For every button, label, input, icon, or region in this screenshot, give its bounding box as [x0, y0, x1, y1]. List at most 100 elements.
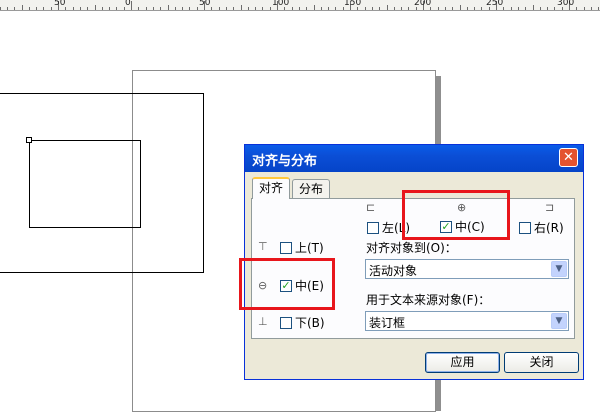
align-bottom-icon: ⊥ [258, 315, 268, 328]
ruler-tick [226, 7, 227, 10]
align-right-icon: ⊐ [545, 201, 555, 214]
dialog-titlebar[interactable]: 对齐与分布 ✕ [245, 145, 583, 172]
ruler-tick [591, 7, 592, 10]
ruler-label: 50 [54, 0, 66, 8]
ruler-tick [7, 7, 8, 10]
ruler-tick [467, 7, 468, 10]
close-icon[interactable]: ✕ [559, 148, 578, 167]
ruler-tick [73, 7, 74, 10]
align-to-label: 对齐对象到(O)： [366, 241, 457, 255]
align-top-icon: ⊤ [258, 240, 268, 253]
text-source-select[interactable]: 装订框 ▼ [365, 311, 569, 331]
ruler-tick [146, 7, 147, 10]
ruler-tick [314, 5, 315, 10]
selection-handle[interactable] [26, 137, 32, 143]
ruler-tick [445, 7, 446, 10]
ruler-tick [168, 5, 169, 10]
ruler-tick [335, 7, 336, 10]
ruler-tick [306, 7, 307, 10]
chevron-down-icon[interactable]: ▼ [551, 313, 567, 329]
ruler-tick [474, 7, 475, 10]
ruler-label: 100 [272, 0, 290, 8]
ruler-tick [22, 5, 23, 10]
ruler-tick [182, 7, 183, 10]
ruler-tick [518, 7, 519, 10]
ruler-label: 0 [125, 0, 131, 8]
dialog-title: 对齐与分布 [252, 154, 318, 169]
apply-button[interactable]: 应用 [425, 352, 500, 373]
small-rectangle-shape[interactable] [29, 140, 141, 228]
ruler-tick [241, 5, 242, 10]
ruler-tick [95, 5, 96, 10]
tab-align[interactable]: 对齐 [252, 177, 291, 199]
align-left-checkbox[interactable] [367, 222, 379, 234]
text-source-label: 用于文本来源对象(F)： [366, 293, 491, 307]
ruler-tick [460, 5, 461, 10]
align-to-select[interactable]: 活动对象 ▼ [365, 259, 569, 279]
ruler-tick [131, 1, 132, 10]
ruler-tick [248, 7, 249, 10]
ruler-tick [211, 7, 212, 10]
ruler-tick [153, 7, 154, 10]
align-left-icon: ⊏ [366, 201, 376, 214]
ruler-tick [372, 7, 373, 10]
tab-distribute[interactable]: 分布 [292, 179, 331, 199]
ruler-label: 300 [557, 0, 575, 8]
ruler-label: 150 [344, 0, 362, 8]
align-right-checkbox[interactable] [519, 222, 531, 234]
ruler-tick [408, 7, 409, 10]
ruler-tick [540, 7, 541, 10]
ruler-tick [116, 7, 117, 10]
ruler-tick [219, 7, 220, 10]
ruler-tick [14, 7, 15, 10]
ruler-tick [598, 7, 599, 10]
ruler-tick [233, 7, 234, 10]
align-bottom-checkbox[interactable] [280, 317, 292, 329]
ruler-tick [262, 7, 263, 10]
ruler-tick [51, 7, 52, 10]
ruler-tick [109, 7, 110, 10]
align-bottom-label: 下(B) [295, 316, 325, 330]
ruler-tick [438, 7, 439, 10]
ruler-tick [160, 7, 161, 10]
ruler-tick [365, 7, 366, 10]
ruler-label: 200 [414, 0, 432, 8]
ruler-label: 50 [199, 0, 211, 8]
align-top-checkbox[interactable] [280, 242, 292, 254]
ruler-tick [576, 7, 577, 10]
ruler-tick [525, 7, 526, 10]
ruler-tick [554, 7, 555, 10]
ruler-tick [299, 7, 300, 10]
ruler-tick [197, 7, 198, 10]
ruler-tick [401, 7, 402, 10]
ruler-tick [481, 7, 482, 10]
horizontal-ruler[interactable]: 50 0 50 100 150 200 250 300 [0, 0, 600, 11]
ruler-tick [547, 7, 548, 10]
ruler-tick [138, 7, 139, 10]
chevron-down-icon[interactable]: ▼ [551, 261, 567, 277]
ruler-tick [379, 7, 380, 10]
ruler-tick [511, 7, 512, 10]
ruler-tick [43, 7, 44, 10]
align-right-label: 右(R) [534, 221, 564, 235]
ruler-tick [29, 7, 30, 10]
ruler-tick [87, 7, 88, 10]
ruler-tick [80, 7, 81, 10]
ruler-tick [387, 5, 388, 10]
ruler-tick [452, 7, 453, 10]
close-button[interactable]: 关闭 [504, 352, 579, 373]
ruler-tick [175, 7, 176, 10]
ruler-label: 250 [486, 0, 504, 8]
ruler-tick [270, 7, 271, 10]
highlight-box-vertical-center [239, 258, 335, 310]
ruler-tick [102, 7, 103, 10]
ruler-tick [189, 7, 190, 10]
ruler-tick [0, 7, 1, 10]
ruler-tick [328, 7, 329, 10]
ruler-tick [255, 7, 256, 10]
text-source-value: 装订框 [369, 316, 406, 330]
ruler-tick [533, 5, 534, 10]
ruler-tick [321, 7, 322, 10]
ruler-tick [394, 7, 395, 10]
align-top-label: 上(T) [295, 241, 324, 255]
